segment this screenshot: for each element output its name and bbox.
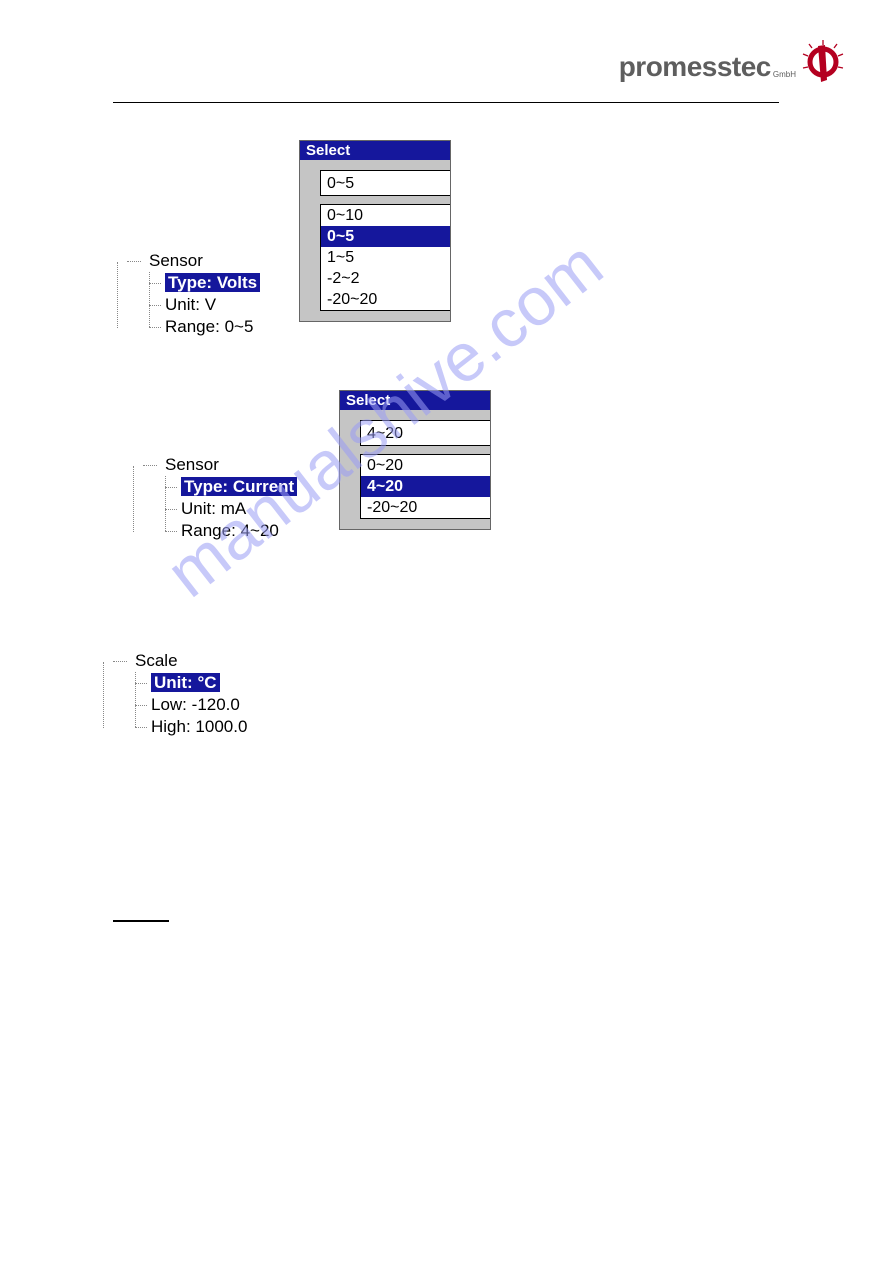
select-option[interactable]: -2~2 bbox=[321, 268, 450, 289]
select-current[interactable]: 4~20 bbox=[360, 420, 490, 446]
sensor-volts-tree: Sensor Type: Volts Unit: V Range: 0~5 bbox=[113, 250, 260, 338]
range-row[interactable]: Range: 4~20 bbox=[153, 520, 297, 542]
select-option[interactable]: 0~20 bbox=[361, 455, 490, 476]
type-row[interactable]: Type: Volts bbox=[137, 272, 260, 294]
low-row[interactable]: Low: -120.0 bbox=[123, 694, 765, 716]
select-option[interactable]: 4~20 bbox=[361, 476, 490, 497]
current-range-select[interactable]: Select 4~20 0~204~20-20~20 bbox=[339, 390, 491, 530]
underline bbox=[113, 920, 169, 922]
unit-row[interactable]: Unit: °C bbox=[123, 672, 765, 694]
select-title: Select bbox=[340, 391, 490, 410]
brand-suffix: GmbH bbox=[773, 70, 796, 79]
header-divider bbox=[113, 102, 779, 103]
brand-logo: promesstec GmbH bbox=[619, 40, 845, 93]
select-option[interactable]: -20~20 bbox=[321, 289, 450, 310]
brand-name: promesstec bbox=[619, 53, 771, 81]
select-options: 0~204~20-20~20 bbox=[360, 454, 490, 519]
select-option[interactable]: 0~10 bbox=[321, 205, 450, 226]
type-row[interactable]: Type: Current bbox=[153, 476, 297, 498]
unit-row[interactable]: Unit: mA bbox=[153, 498, 297, 520]
select-current[interactable]: 0~5 bbox=[320, 170, 450, 196]
select-option[interactable]: -20~20 bbox=[361, 497, 490, 518]
gauge-icon bbox=[801, 40, 845, 93]
volts-range-select[interactable]: Select 0~5 0~100~51~5-2~2-20~20 bbox=[299, 140, 451, 322]
high-row[interactable]: High: 1000.0 bbox=[123, 716, 765, 738]
select-option[interactable]: 0~5 bbox=[321, 226, 450, 247]
sensor-root: Sensor bbox=[143, 454, 297, 476]
sensor-current-tree: Sensor Type: Current Unit: mA Range: 4~2… bbox=[129, 454, 297, 542]
unit-row[interactable]: Unit: V bbox=[137, 294, 260, 316]
select-title: Select bbox=[300, 141, 450, 160]
scale-tree: Scale Unit: °C Low: -120.0 High: 1000.0 bbox=[99, 650, 765, 738]
select-options: 0~100~51~5-2~2-20~20 bbox=[320, 204, 450, 311]
sensor-root: Sensor bbox=[127, 250, 260, 272]
select-option[interactable]: 1~5 bbox=[321, 247, 450, 268]
scale-root: Scale bbox=[113, 650, 765, 672]
range-row[interactable]: Range: 0~5 bbox=[137, 316, 260, 338]
